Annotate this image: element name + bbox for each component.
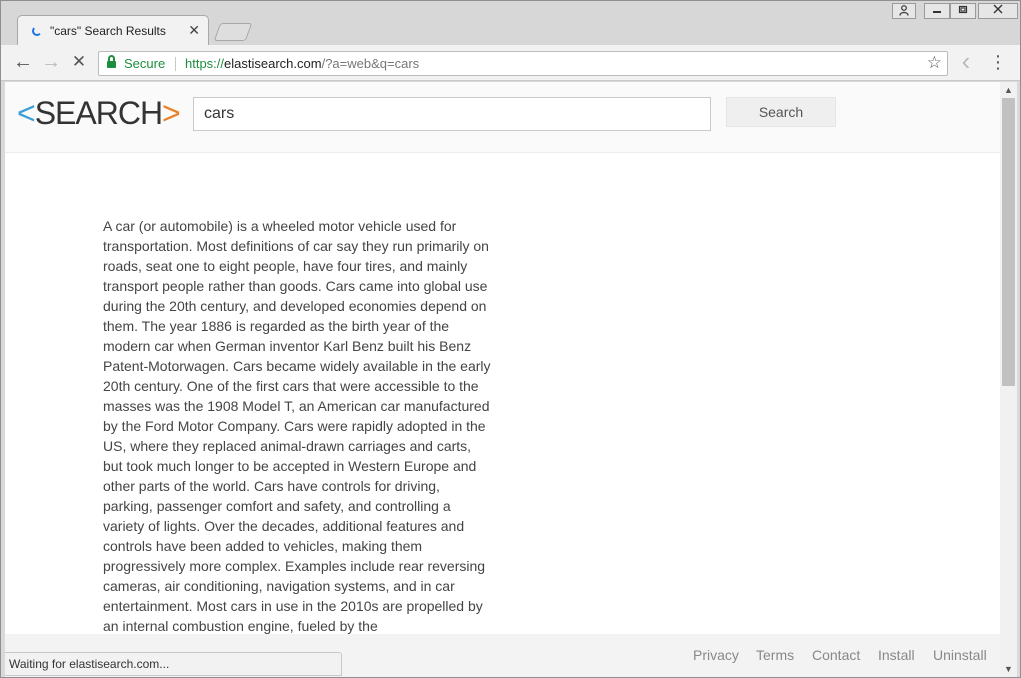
minimize-button[interactable] [924,3,950,19]
scroll-down-icon[interactable]: ▼ [1004,664,1013,674]
tab-search-results[interactable]: "cars" Search Results ✕ [17,15,209,45]
terms-link[interactable]: Terms [756,647,794,663]
site-header: <SEARCH> Search [5,82,1000,153]
search-input[interactable] [193,97,711,131]
window-close-button[interactable] [978,3,1018,19]
page-content: <SEARCH> Search A car (or automobile) is… [5,82,1000,677]
scroll-up-icon[interactable]: ▲ [1004,85,1013,95]
address-bar[interactable]: Secure https://elastisearch.com/?a=web&q… [98,51,948,76]
title-bar: "cars" Search Results ✕ [1,1,1020,45]
contact-link[interactable]: Contact [812,647,860,663]
profile-icon[interactable] [892,3,916,19]
privacy-link[interactable]: Privacy [693,647,739,663]
browser-toolbar: ← → ✕ Secure https://elastisearch.com/?a… [1,45,1020,81]
loading-spinner-icon [32,26,42,36]
tab-title: "cars" Search Results [50,24,166,38]
menu-icon[interactable]: ⋮ [986,51,1010,75]
tab-close-icon[interactable]: ✕ [188,22,200,38]
bookmark-star-icon[interactable]: ☆ [927,53,942,73]
scroll-thumb[interactable] [1002,98,1015,386]
new-tab-button[interactable] [213,23,253,41]
stop-icon[interactable]: ✕ [67,51,91,75]
secure-label: Secure [124,56,166,71]
back-icon[interactable]: ← [11,51,35,75]
site-logo[interactable]: <SEARCH> [17,95,181,132]
install-link[interactable]: Install [878,647,915,663]
omnibox-divider [175,57,176,71]
extension-back-icon[interactable]: ‹ [954,48,978,75]
uninstall-link[interactable]: Uninstall [933,647,987,663]
forward-icon[interactable]: → [39,51,63,75]
status-bubble: Waiting for elastisearch.com... [5,652,342,676]
restore-button[interactable] [950,3,976,19]
lock-icon [107,55,116,69]
result-snippet: A car (or automobile) is a wheeled motor… [103,218,491,634]
url-text[interactable]: https://elastisearch.com/?a=web&q=cars [185,56,419,71]
browser-window: "cars" Search Results ✕ ← → ✕ Secure htt… [0,0,1021,678]
vertical-scrollbar[interactable]: ▲ ▼ [1000,82,1017,677]
search-button[interactable]: Search [726,97,836,127]
